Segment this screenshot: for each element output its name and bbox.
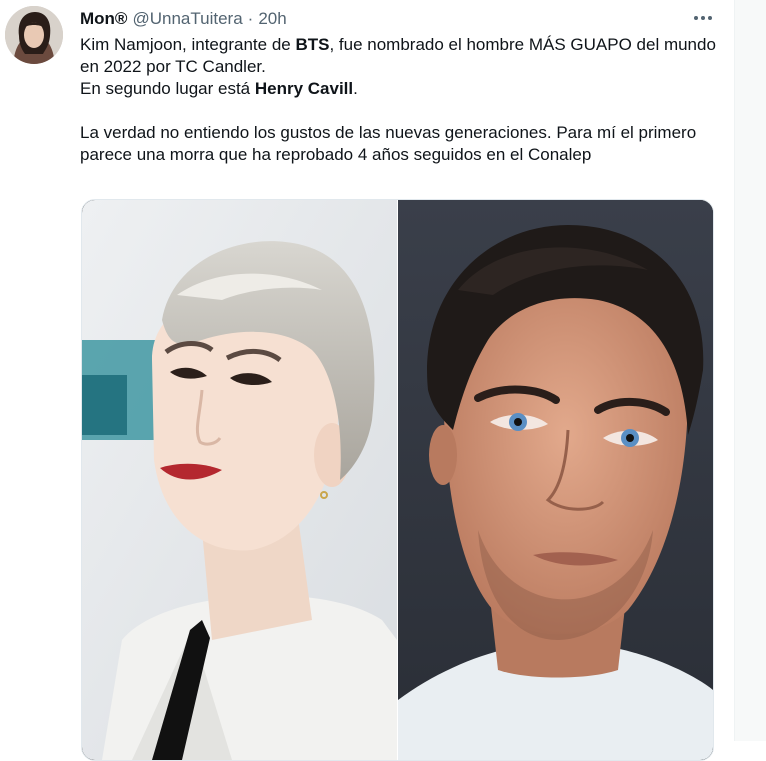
tweet-card[interactable]: Mon® @UnnaTuitera · 20h Kim Namjoon, int…: [0, 0, 735, 761]
photo-left-portrait[interactable]: [82, 200, 397, 760]
avatar[interactable]: [5, 6, 63, 64]
display-name[interactable]: Mon®: [80, 9, 127, 29]
tweet-text: Kim Namjoon, integrante de BTS, fue nomb…: [80, 34, 720, 166]
tweet-header: Mon® @UnnaTuitera · 20h: [80, 8, 287, 30]
bts-link: BTS: [295, 35, 330, 54]
text-segment: .: [353, 79, 358, 98]
timestamp[interactable]: 20h: [258, 9, 286, 29]
photo-right-portrait[interactable]: [398, 200, 713, 760]
right-gutter: [735, 0, 766, 741]
henry-cavill-text: Henry Cavill: [254, 79, 354, 98]
separator-dot: ·: [247, 9, 254, 28]
user-handle[interactable]: @UnnaTuitera: [132, 9, 242, 29]
more-horizontal-icon[interactable]: [688, 8, 718, 28]
text-segment: Kim Namjoon, integrante de: [80, 35, 296, 54]
tweet-text-line-1: Kim Namjoon, integrante de BTS, fue nomb…: [80, 34, 720, 78]
tweet-text-line-2: En segundo lugar está Henry Cavill.: [80, 78, 720, 100]
tweet-media[interactable]: [81, 199, 714, 761]
tweet-text-paragraph-2: La verdad no entiendo los gustos de las …: [80, 123, 697, 164]
text-segment: En segundo lugar está: [80, 79, 255, 98]
avatar-image: [5, 6, 63, 64]
